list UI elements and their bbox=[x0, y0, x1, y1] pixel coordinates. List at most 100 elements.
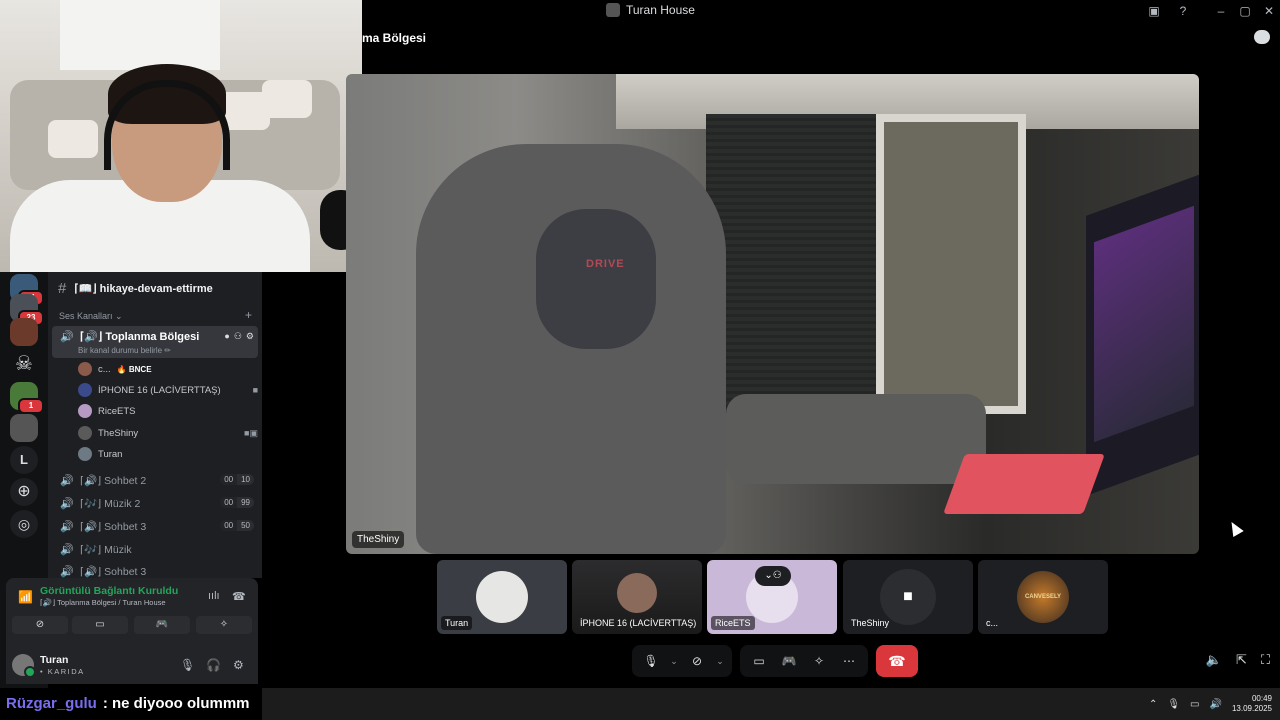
channel-status[interactable]: Bir kanal durumu belirle ✏ bbox=[78, 346, 171, 355]
avatar bbox=[78, 362, 92, 376]
user-max: 10 bbox=[237, 474, 254, 485]
voice-channel-active[interactable]: 🔊 ⌈🔊⌋ Toplanma Bölgesi Bir kanal durumu … bbox=[52, 326, 258, 358]
network-icon[interactable]: ▭ bbox=[1190, 699, 1199, 710]
signal-icon[interactable]: 📶 bbox=[18, 590, 33, 604]
activity-icon[interactable]: 🎮 bbox=[776, 648, 802, 674]
server-letter[interactable]: L bbox=[10, 446, 38, 474]
voice-channel-name: ⌈🔊⌋ Sohbet 3 bbox=[80, 566, 147, 578]
microphone-icon[interactable]: 🎙 bbox=[638, 648, 664, 674]
popout-icon[interactable]: ⇱ bbox=[1236, 652, 1247, 668]
add-channel-icon[interactable]: + bbox=[245, 308, 252, 322]
participant-tile[interactable]: İPHONE 16 (LACİVERTTAŞ) bbox=[572, 560, 702, 634]
main-video-stream[interactable]: DRIVE TheShiny bbox=[346, 74, 1199, 554]
room-keyboard bbox=[943, 454, 1105, 514]
voice-channel[interactable]: 🔊 ⌈🎶⌋ Müzik bbox=[52, 540, 258, 560]
soundboard-icon[interactable]: ✧ bbox=[806, 648, 832, 674]
voice-channel-name: ⌈🔊⌋ Sohbet 2 bbox=[80, 475, 147, 487]
voice-member[interactable]: TheShiny ■▣ bbox=[78, 423, 258, 443]
maximize-button[interactable]: ▢ bbox=[1237, 3, 1253, 19]
member-tag: 🔥 BNCE bbox=[116, 364, 152, 374]
noise-suppression-icon[interactable]: ıılı bbox=[208, 590, 220, 602]
chat-bubble-icon[interactable] bbox=[1254, 30, 1270, 44]
screen-share-button[interactable]: ▭ bbox=[72, 616, 128, 634]
window-title-text: Turan House bbox=[626, 3, 695, 17]
minimize-button[interactable]: – bbox=[1213, 3, 1229, 19]
participant-tile[interactable]: ⌄⚇ RiceETS bbox=[707, 560, 837, 634]
speaker-icon: 🔊 bbox=[60, 498, 74, 510]
user-limit: 00 50 bbox=[220, 520, 254, 531]
clock-time: 00:49 bbox=[1251, 694, 1272, 703]
member-name: RiceETS bbox=[98, 405, 136, 417]
headphones-icon[interactable]: 🎧 bbox=[206, 658, 221, 672]
chevron-down-icon[interactable]: ⌄ bbox=[714, 648, 726, 674]
connection-status[interactable]: Görüntülü Bağlantı Kuruldu bbox=[40, 585, 178, 597]
system-tray: ⌃ 🎙 ▭ 🔊 00:49 13.09.2025 bbox=[1149, 694, 1272, 714]
user-count: 00 bbox=[220, 497, 238, 508]
chevron-up-icon[interactable]: ⌃ bbox=[1149, 699, 1157, 710]
server-turan-house[interactable] bbox=[10, 414, 38, 442]
room-bed bbox=[726, 394, 986, 484]
volume-icon[interactable]: 🔈 bbox=[1206, 652, 1222, 668]
channel-actions: ● ⚇ ⚙ bbox=[224, 331, 254, 342]
server-icon[interactable] bbox=[10, 318, 38, 346]
mouse-cursor bbox=[1226, 518, 1244, 538]
user-name[interactable]: Turan bbox=[40, 654, 68, 666]
speaker-icon: 🔊 bbox=[60, 521, 74, 533]
participant-tile[interactable]: CANVESELY c... bbox=[978, 560, 1108, 634]
voice-channel[interactable]: 🔊 ⌈🔊⌋ Sohbet 3 00 50 bbox=[52, 517, 258, 537]
activity-button[interactable]: 🎮 bbox=[134, 616, 190, 634]
chevron-down-icon[interactable]: ⌄ bbox=[668, 648, 680, 674]
avatar[interactable] bbox=[12, 654, 36, 678]
chat-username: Rüzgar_gulu bbox=[6, 695, 97, 712]
volume-icon[interactable]: 🔊 bbox=[1210, 699, 1222, 710]
voice-member[interactable]: İPHONE 16 (LACİVERTTAŞ) ■ bbox=[78, 380, 258, 400]
add-member-icon[interactable]: ⚇ bbox=[234, 331, 242, 342]
inbox-icon[interactable]: ▣ bbox=[1146, 3, 1162, 19]
connection-channel[interactable]: ⌈🔊⌋ Toplanma Bölgesi / Turan House bbox=[40, 598, 166, 607]
add-server-icon[interactable]: ⊕ bbox=[10, 478, 38, 506]
server-icon[interactable]: 1 bbox=[10, 382, 44, 414]
avatar: CANVESELY bbox=[1017, 571, 1069, 623]
stream-chat-overlay: Rüzgar_gulu : ne diyooo olummm bbox=[6, 695, 250, 712]
participant-tile[interactable]: ■ TheShiny bbox=[843, 560, 973, 634]
voice-channel[interactable]: 🔊 ⌈🎶⌋ Müzik 2 00 99 bbox=[52, 494, 258, 514]
screen-share-icon[interactable]: ▭ bbox=[746, 648, 772, 674]
online-status-dot bbox=[24, 666, 36, 678]
room-blinds bbox=[706, 114, 876, 434]
expand-people-icon[interactable]: ⌄⚇ bbox=[755, 566, 791, 586]
window-title: Turan House bbox=[606, 3, 695, 17]
more-icon[interactable]: ⋯ bbox=[836, 648, 862, 674]
fullscreen-icon[interactable]: ⛶ bbox=[1261, 652, 1270, 668]
text-channel[interactable]: # ⌈📖⌋ hikaye-devam-ettirme bbox=[58, 280, 213, 297]
soundboard-button[interactable]: ✧ bbox=[196, 616, 252, 634]
voice-channel-name: ⌈🎶⌋ Müzik 2 bbox=[80, 498, 141, 510]
disconnect-icon[interactable]: ☎ bbox=[232, 590, 246, 603]
hangup-button[interactable]: ☎ bbox=[876, 645, 918, 677]
skull-icon[interactable]: ☠ bbox=[10, 350, 38, 378]
camera-off-button[interactable]: ⊘ bbox=[12, 616, 68, 634]
voice-connection-panel: 📶 Görüntülü Bağlantı Kuruldu ⌈🔊⌋ Toplanm… bbox=[6, 578, 258, 684]
participant-tile[interactable]: Turan bbox=[437, 560, 567, 634]
voice-member[interactable]: RiceETS bbox=[78, 401, 135, 421]
microphone-icon[interactable]: 🎙 bbox=[1167, 699, 1180, 710]
clock[interactable]: 00:49 13.09.2025 bbox=[1232, 694, 1272, 714]
voice-channel[interactable]: 🔊 ⌈🔊⌋ Sohbet 3 bbox=[52, 562, 258, 578]
voice-channel[interactable]: 🔊 ⌈🔊⌋ Sohbet 2 00 10 bbox=[52, 471, 258, 491]
gear-icon[interactable]: ⚙ bbox=[246, 331, 254, 342]
voice-channel-name: ⌈🎶⌋ Müzik bbox=[80, 544, 132, 556]
help-icon[interactable]: ? bbox=[1175, 3, 1191, 19]
microphone-icon[interactable]: 🎙 bbox=[180, 658, 195, 672]
server-icon bbox=[606, 3, 620, 17]
chair-logo: DRIVE bbox=[586, 258, 625, 270]
voice-member[interactable]: Turan bbox=[78, 444, 122, 464]
voice-member[interactable]: c... 🔥 BNCE bbox=[78, 359, 152, 379]
discover-icon[interactable]: ◎ bbox=[10, 510, 38, 538]
user-limit: 00 10 bbox=[220, 474, 254, 485]
chat-icon[interactable]: ● bbox=[224, 331, 229, 342]
close-button[interactable]: ✕ bbox=[1261, 3, 1277, 19]
gear-icon[interactable]: ⚙ bbox=[233, 658, 244, 672]
camera-icon: ■ bbox=[252, 385, 258, 395]
app-root: Turan House ▣ ? – ▢ ✕ ma Bölgesi 61 23 ☠ bbox=[0, 0, 1280, 720]
camera-off-icon[interactable]: ⊘ bbox=[684, 648, 710, 674]
category-label[interactable]: Ses Kanalları ⌄ bbox=[59, 311, 123, 322]
